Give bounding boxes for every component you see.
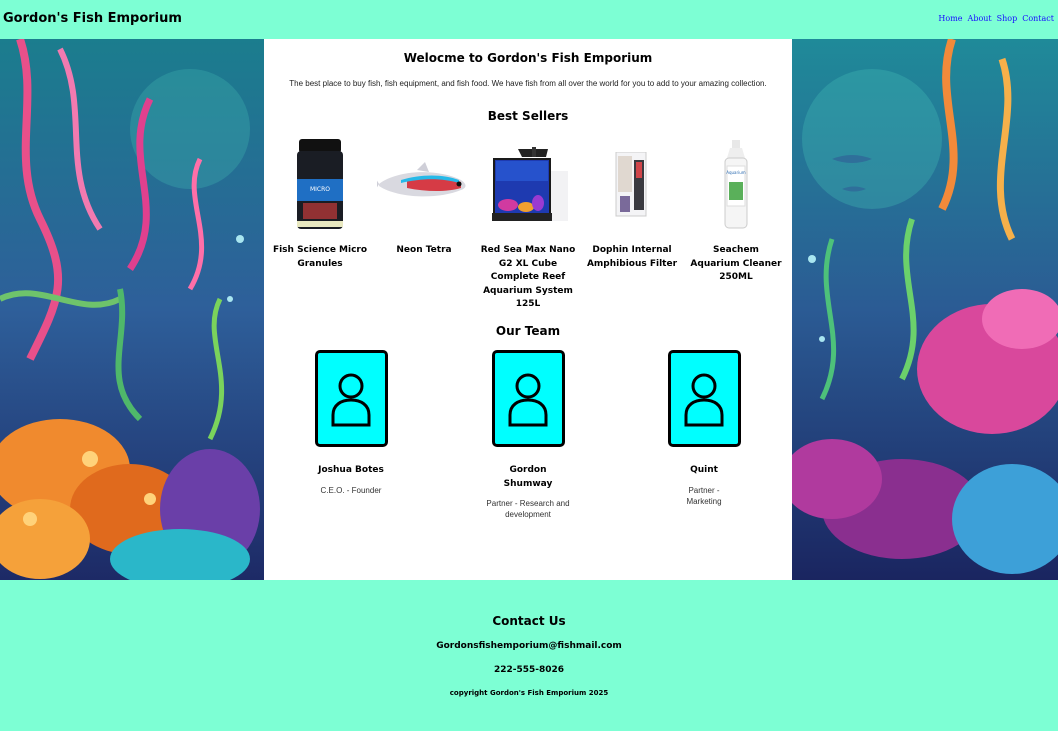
reef-aquarium-image[interactable] [476, 137, 580, 233]
team-member-card: Gordon Shumway Partner - Research and de… [473, 350, 583, 520]
micro-granules-jar-image[interactable]: MICRO [268, 137, 372, 233]
aquarium-cleaner-bottle-image[interactable]: Aquarium [684, 137, 788, 233]
coral-reef-background-right [792, 39, 1058, 580]
user-icon [684, 373, 724, 426]
team-member-role: Partner - Marketing [686, 485, 722, 506]
svg-text:MICRO: MICRO [310, 186, 330, 193]
team-member-card: Joshua Botes C.E.O. - Founder [296, 350, 406, 496]
nav-home-link[interactable]: Home [938, 14, 962, 23]
main-section: Welocme to Gordon's Fish Emporium The be… [0, 39, 1058, 580]
product-name[interactable]: Neon Tetra [372, 244, 476, 258]
avatar [667, 350, 741, 447]
nav-about-link[interactable]: About [968, 14, 992, 23]
contact-phone[interactable]: 222-555-8026 [0, 665, 1058, 675]
avatar [314, 350, 388, 447]
best-sellers-title: Best Sellers [487, 109, 569, 123]
team-member-card: Quint Partner - Marketing [649, 350, 759, 507]
product-card[interactable]: Red Sea Max Nano G2 XL Cube Complete Ree… [476, 137, 580, 312]
product-card[interactable]: Neon Tetra [372, 137, 476, 312]
team-member-name: Gordon Shumway [503, 465, 553, 489]
nav-contact-link[interactable]: Contact [1022, 14, 1054, 23]
avatar [491, 350, 565, 447]
user-icon [508, 373, 548, 426]
contact-email[interactable]: Gordonsfishemporium@fishmail.com [0, 641, 1058, 651]
content-panel: Welocme to Gordon's Fish Emporium The be… [264, 39, 792, 580]
internal-filter-image[interactable] [580, 137, 684, 233]
team-member-name: Joshua Botes [318, 465, 384, 475]
product-card[interactable]: Dophin Internal Amphibious Filter [580, 137, 684, 312]
product-name[interactable]: Dophin Internal Amphibious Filter [580, 244, 684, 271]
product-card[interactable]: MICRO Fish Science Micro Granules [268, 137, 372, 312]
user-icon [331, 373, 371, 426]
contact-title: Contact Us [492, 614, 566, 628]
site-footer: Contact Us Gordonsfishemporium@fishmail.… [0, 580, 1058, 731]
welcome-title: Welocme to Gordon's Fish Emporium [403, 51, 653, 65]
neon-tetra-fish-image[interactable] [372, 137, 476, 233]
coral-reef-background-left [0, 39, 264, 580]
product-name[interactable]: Seachem Aquarium Cleaner 250ML [684, 244, 788, 285]
team-member-role: C.E.O. - Founder [320, 485, 382, 495]
nav-shop-link[interactable]: Shop [997, 14, 1018, 23]
site-title: Gordon's Fish Emporium [3, 11, 182, 26]
team-member-role: Partner - Research and development [486, 499, 570, 519]
main-nav: Home About Shop Contact [938, 14, 1054, 23]
team-member-name: Quint [690, 465, 718, 475]
our-team-title: Our Team [495, 324, 561, 338]
site-header: Gordon's Fish Emporium Home About Shop C… [0, 0, 1058, 39]
product-name[interactable]: Fish Science Micro Granules [268, 244, 372, 271]
copyright-text: copyright Gordon's Fish Emporium 2025 [449, 689, 609, 697]
welcome-text: The best place to buy fish, fish equipme… [289, 79, 767, 88]
best-sellers-list: MICRO Fish Science Micro Granules Neon T… [264, 137, 792, 312]
svg-text:Aquarium: Aquarium [726, 170, 745, 175]
product-name[interactable]: Red Sea Max Nano G2 XL Cube Complete Ree… [476, 244, 580, 312]
product-card[interactable]: Aquarium Seachem Aquarium Cleaner 250ML [684, 137, 788, 312]
